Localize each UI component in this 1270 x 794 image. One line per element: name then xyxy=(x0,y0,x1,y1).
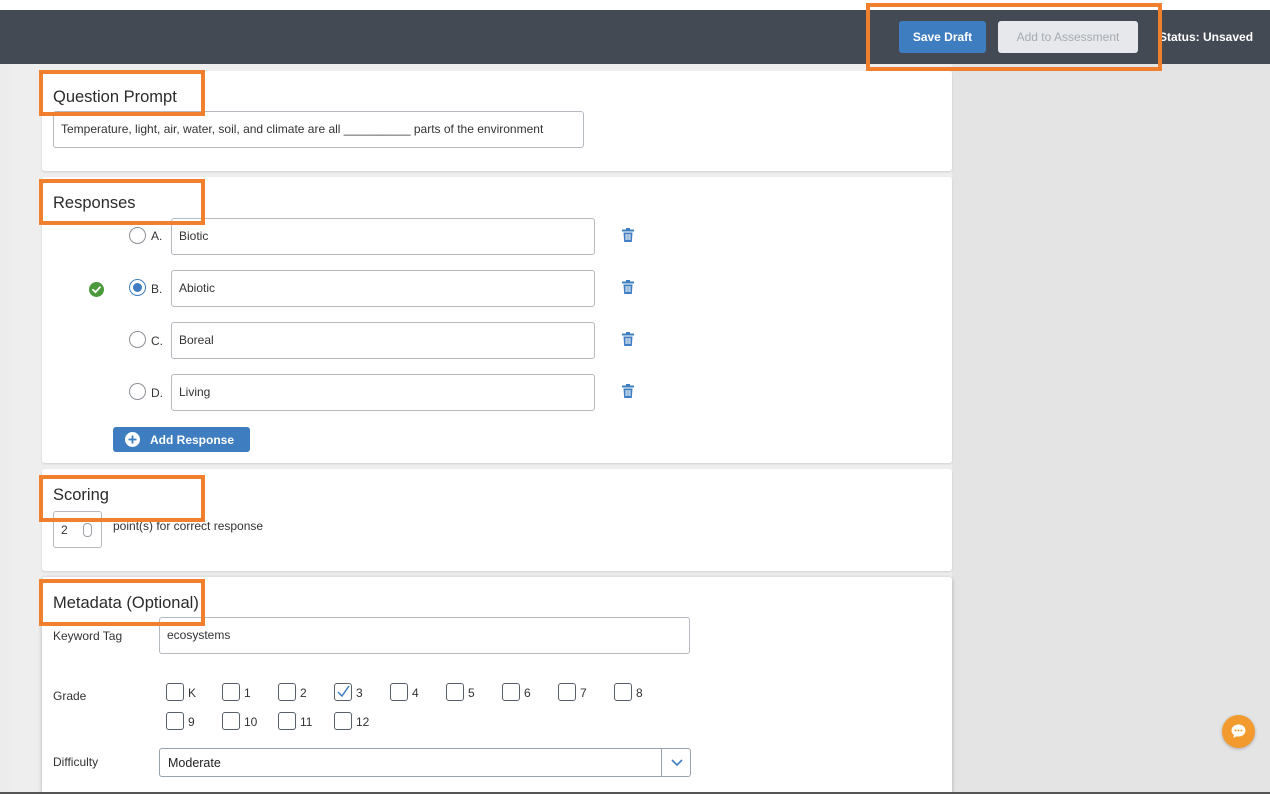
grade-6-label: 6 xyxy=(524,686,531,700)
grade-1-checkbox[interactable] xyxy=(222,683,240,701)
plus-circle-icon xyxy=(125,432,140,447)
keyword-tag-label: Keyword Tag xyxy=(53,629,123,643)
grade-7-label: 7 xyxy=(580,686,587,700)
chat-bubble-icon xyxy=(1231,724,1246,738)
stepper-arrows-icon[interactable] xyxy=(83,523,92,537)
grade-9-checkbox[interactable] xyxy=(166,712,184,730)
grade-1-label: 1 xyxy=(244,686,251,700)
difficulty-label: Difficulty xyxy=(53,755,99,769)
response-b-radio[interactable] xyxy=(129,279,146,296)
grade-k-checkbox[interactable] xyxy=(166,683,184,701)
checkmark-icon xyxy=(337,685,350,698)
grade-3-checkbox[interactable] xyxy=(334,683,352,701)
grade-12-checkbox[interactable] xyxy=(334,712,352,730)
trash-icon[interactable] xyxy=(622,384,634,398)
trash-icon[interactable] xyxy=(622,228,634,242)
chevron-down-icon xyxy=(671,759,683,767)
add-response-button[interactable]: Add Response xyxy=(113,427,250,452)
points-value: 2 xyxy=(61,523,68,537)
response-b-letter: B. xyxy=(151,282,163,296)
grade-2-label: 2 xyxy=(300,686,307,700)
grade-6-checkbox[interactable] xyxy=(502,683,520,701)
highlight-header-actions xyxy=(866,3,1162,71)
grade-10-checkbox[interactable] xyxy=(222,712,240,730)
difficulty-value: Moderate xyxy=(168,756,221,770)
save-status: Status: Unsaved xyxy=(1159,30,1254,44)
response-c-input[interactable]: Boreal xyxy=(171,322,595,359)
grade-8-checkbox[interactable] xyxy=(614,683,632,701)
response-a-letter: A. xyxy=(151,229,163,243)
grade-11-checkbox[interactable] xyxy=(278,712,296,730)
grade-7-checkbox[interactable] xyxy=(558,683,576,701)
trash-icon[interactable] xyxy=(622,332,634,346)
response-a-input[interactable]: Biotic xyxy=(171,218,595,255)
grade-11-label: 11 xyxy=(300,715,313,729)
add-response-label: Add Response xyxy=(150,433,235,447)
grade-3-label: 3 xyxy=(356,686,363,700)
trash-icon[interactable] xyxy=(622,280,634,294)
grade-4-checkbox[interactable] xyxy=(390,683,408,701)
grade-label: Grade xyxy=(53,689,87,703)
keyword-tag-input[interactable]: ecosystems xyxy=(159,617,690,654)
response-c-letter: C. xyxy=(151,334,163,348)
chat-widget-button[interactable] xyxy=(1222,715,1255,748)
grade-2-checkbox[interactable] xyxy=(278,683,296,701)
response-a-radio[interactable] xyxy=(129,227,146,244)
grade-k-label: K xyxy=(188,686,197,700)
grade-9-label: 9 xyxy=(188,715,195,729)
response-d-radio[interactable] xyxy=(129,383,146,400)
highlight-scoring xyxy=(39,475,205,522)
check-circle-icon xyxy=(89,282,104,297)
highlight-metadata xyxy=(39,579,205,626)
response-c-radio[interactable] xyxy=(129,331,146,348)
response-d-letter: D. xyxy=(151,386,163,400)
grade-8-label: 8 xyxy=(636,686,643,700)
grade-10-label: 10 xyxy=(244,715,258,729)
right-panel xyxy=(952,64,1270,794)
grade-5-label: 5 xyxy=(468,686,475,700)
response-b-input[interactable]: Abiotic xyxy=(171,270,595,307)
grade-12-label: 12 xyxy=(356,715,370,729)
question-prompt-input[interactable]: Temperature, light, air, water, soil, an… xyxy=(53,111,584,148)
highlight-responses xyxy=(39,179,205,225)
response-d-input[interactable]: Living xyxy=(171,374,595,411)
highlight-question-prompt xyxy=(39,70,205,116)
grade-4-label: 4 xyxy=(412,686,419,700)
left-gutter xyxy=(0,64,12,794)
grade-5-checkbox[interactable] xyxy=(446,683,464,701)
dropdown-toggle[interactable] xyxy=(661,749,691,776)
difficulty-select[interactable]: Moderate xyxy=(159,748,691,777)
